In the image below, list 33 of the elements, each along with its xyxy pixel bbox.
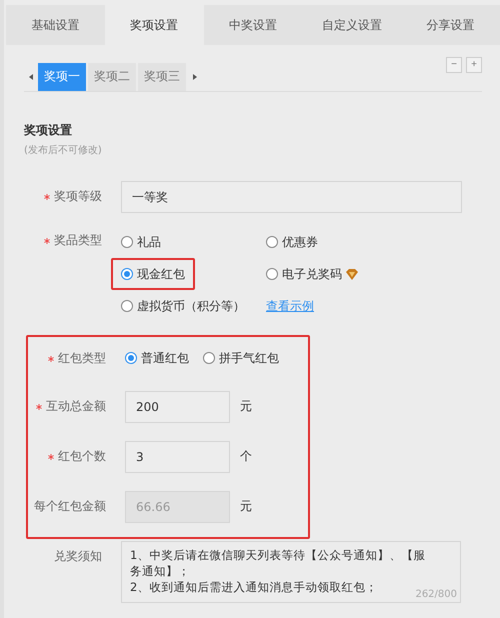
field-label: 奖项等级 [54,189,102,203]
field-label: 互动总金额 [46,399,106,413]
settings-tab[interactable]: 中奖设置 [204,5,302,45]
field-label: 奖品类型 [54,233,102,247]
remove-button[interactable]: − [446,57,462,73]
packet-type-option[interactable]: 拼手气红包 [203,347,279,369]
field-label: 兑奖须知 [54,549,102,563]
settings-tab[interactable]: 自定义设置 [302,5,402,45]
settings-tab[interactable]: 基础设置 [6,5,105,45]
section-title: 奖项设置 [24,122,73,139]
prize-type-option[interactable]: 礼品 [121,231,161,253]
amount-field[interactable]: 3 [125,441,230,473]
character-count: 262/800 [415,589,457,600]
settings-tab[interactable]: 奖项设置 [104,5,204,45]
field-label: 每个红包金额 [34,499,106,513]
unit-label: 元 [240,398,252,415]
prize-level-field[interactable]: 一等奖 [121,181,462,213]
scroll-right-icon[interactable] [193,74,197,80]
amount-field[interactable]: 200 [125,391,230,423]
prize-type-option[interactable]: 电子兑奖码 [266,263,358,285]
add-button[interactable]: + [466,57,482,73]
prize-type-option[interactable]: 虚拟货币（积分等） [121,295,245,317]
unit-label: 个 [240,448,252,465]
section-note: (发布后不可修改) [24,144,103,157]
scroll-left-icon[interactable] [29,74,33,80]
settings-tab[interactable]: 分享设置 [401,5,500,45]
prize-type-option[interactable]: 优惠券 [266,231,318,253]
prize-type-option[interactable]: 现金红包 [121,263,185,285]
unit-label: 元 [240,498,252,515]
field-label: 红包类型 [58,351,106,365]
notice-textarea[interactable]: 1、中奖后请在微信聊天列表等待【公众号通知】、【服务通知】； 2、收到通知后需进入通知消息手动领取红包； 262/800 [121,541,461,603]
packet-type-option[interactable]: 普通红包 [125,347,189,369]
field-label: 红包个数 [58,449,106,463]
